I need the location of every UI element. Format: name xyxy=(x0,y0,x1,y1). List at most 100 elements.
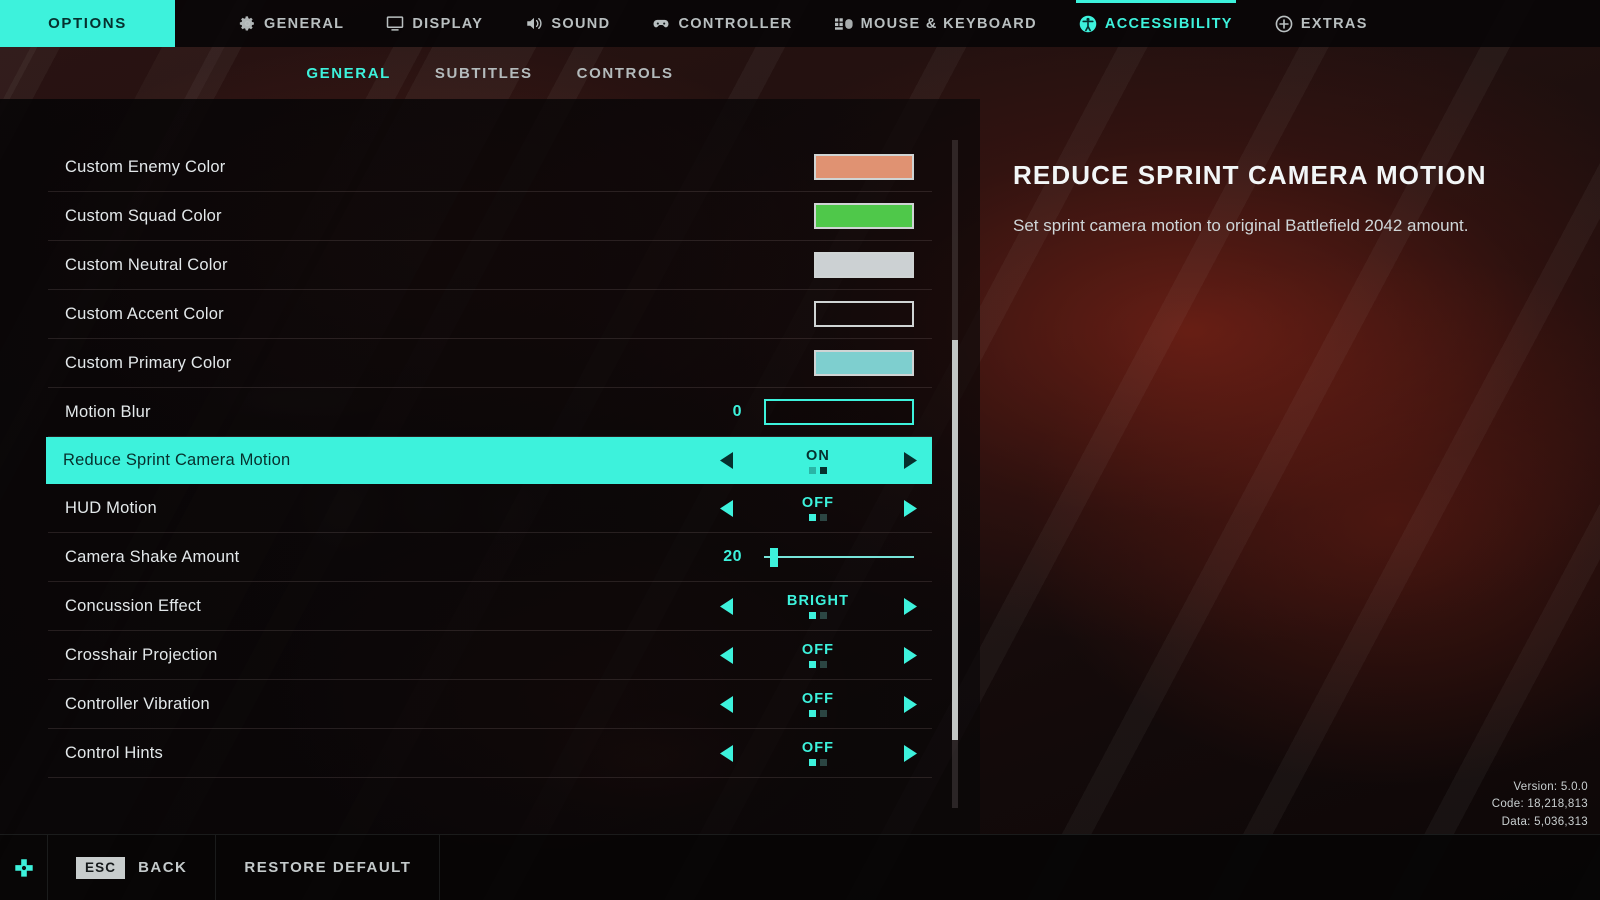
arrow-right-icon[interactable] xyxy=(893,451,927,470)
arrow-right-icon[interactable] xyxy=(893,695,927,714)
sub-tab-bar: GENERAL SUBTITLES CONTROLS xyxy=(0,47,980,99)
settings-row-control: OFF xyxy=(652,484,932,532)
settings-row[interactable]: Controller Vibration OFF xyxy=(48,680,932,729)
settings-row-control: ON xyxy=(652,437,932,484)
nav-item-label: SOUND xyxy=(551,15,611,32)
settings-row[interactable]: Custom Enemy Color xyxy=(48,143,932,192)
settings-row-control: OFF xyxy=(652,680,932,728)
arrow-right-icon[interactable] xyxy=(893,597,927,616)
sub-tab-general[interactable]: GENERAL xyxy=(306,65,391,82)
gamepad-icon xyxy=(652,15,670,33)
keyboard-icon xyxy=(834,15,853,33)
gear-icon xyxy=(238,15,256,33)
settings-row[interactable]: HUD Motion OFF xyxy=(48,484,932,533)
option-stepper: OFF xyxy=(709,495,927,521)
option-value: BRIGHT xyxy=(786,593,850,609)
nav-item-extras[interactable]: EXTRAS xyxy=(1254,0,1389,47)
settings-row[interactable]: Camera Shake Amount 20 xyxy=(48,533,932,582)
nav-item-sound[interactable]: SOUND xyxy=(504,0,631,47)
slider-track[interactable] xyxy=(764,399,914,425)
arrow-left-icon[interactable] xyxy=(709,695,743,714)
option-position-dots xyxy=(809,514,827,521)
settings-row-control: 20 xyxy=(652,533,932,581)
plus-circle-icon xyxy=(1275,15,1293,33)
option-dot xyxy=(809,466,816,474)
option-dot xyxy=(809,612,816,619)
option-stepper: OFF xyxy=(709,740,927,766)
option-dot xyxy=(820,759,827,766)
settings-rows: Custom Enemy Color Custom Squad Color Cust… xyxy=(46,143,932,778)
nav-item-controller[interactable]: CONTROLLER xyxy=(631,0,813,47)
option-dot xyxy=(820,514,827,521)
settings-row-control: OFF xyxy=(652,729,932,777)
option-dot xyxy=(809,710,816,717)
settings-row-label: Custom Primary Color xyxy=(65,353,232,372)
arrow-right-icon[interactable] xyxy=(893,646,927,665)
settings-row[interactable]: Custom Squad Color xyxy=(48,192,932,241)
settings-row-control: OFF xyxy=(652,631,932,679)
back-button[interactable]: ESC BACK xyxy=(48,835,217,900)
nav-item-display[interactable]: DISPLAY xyxy=(365,0,504,47)
option-position-dots xyxy=(809,661,827,668)
version-info: Version: 5.0.0 Code: 18,218,813 Data: 5,… xyxy=(1492,779,1588,832)
back-label: BACK xyxy=(138,859,188,876)
restore-default-label: RESTORE DEFAULT xyxy=(244,859,412,876)
option-stepper: ON xyxy=(709,448,927,474)
option-value-wrap: BRIGHT xyxy=(743,593,893,619)
data-line: Data: 5,036,313 xyxy=(1501,816,1588,829)
bottom-action-bar: ESC BACK RESTORE DEFAULT xyxy=(0,834,1600,900)
nav-item-label: ACCESSIBILITY xyxy=(1104,15,1233,32)
nav-item-general[interactable]: GENERAL xyxy=(217,0,365,47)
arrow-left-icon[interactable] xyxy=(709,597,743,616)
arrow-right-icon[interactable] xyxy=(893,744,927,763)
nav-item-label: MOUSE & KEYBOARD xyxy=(860,15,1037,32)
settings-row-label: Control Hints xyxy=(65,743,163,762)
settings-scrollbar[interactable] xyxy=(952,140,958,808)
color-swatch[interactable] xyxy=(814,301,914,327)
speaker-icon xyxy=(525,15,543,33)
settings-row-control xyxy=(652,290,932,338)
slider-value: 20 xyxy=(723,548,742,565)
settings-row[interactable]: Custom Primary Color xyxy=(48,339,932,388)
color-swatch[interactable] xyxy=(814,350,914,376)
color-swatch[interactable] xyxy=(814,252,914,278)
nav-item-mouse-keyboard[interactable]: MOUSE & KEYBOARD xyxy=(814,0,1058,47)
settings-row[interactable]: Control Hints OFF xyxy=(48,729,932,778)
settings-row[interactable]: Reduce Sprint Camera Motion ON xyxy=(46,437,932,484)
settings-row-label: Crosshair Projection xyxy=(65,645,218,664)
settings-row-label: Controller Vibration xyxy=(65,694,210,713)
option-value: ON xyxy=(806,447,830,464)
arrow-left-icon[interactable] xyxy=(709,499,743,518)
option-dot xyxy=(820,710,827,717)
arrow-left-icon[interactable] xyxy=(709,451,743,470)
accessibility-icon xyxy=(1079,15,1097,33)
scrollbar-thumb[interactable] xyxy=(952,340,958,740)
settings-row[interactable]: Motion Blur 0 xyxy=(48,388,932,437)
option-stepper: OFF xyxy=(709,691,927,717)
sub-tab-subtitles[interactable]: SUBTITLES xyxy=(435,65,533,82)
arrow-left-icon[interactable] xyxy=(709,744,743,763)
settings-row[interactable]: Crosshair Projection OFF xyxy=(48,631,932,680)
slider-knob[interactable] xyxy=(770,548,778,567)
settings-row-label: Camera Shake Amount xyxy=(65,547,240,566)
option-value-wrap: ON xyxy=(743,448,893,474)
options-title: OPTIONS xyxy=(0,0,175,47)
color-swatch[interactable] xyxy=(814,154,914,180)
nav-item-label: GENERAL xyxy=(264,15,345,32)
option-position-dots xyxy=(809,710,827,717)
settings-row[interactable]: Concussion Effect BRIGHT xyxy=(48,582,932,631)
arrow-left-icon[interactable] xyxy=(709,646,743,665)
slider-track[interactable] xyxy=(764,544,914,570)
settings-row-label: Custom Accent Color xyxy=(65,304,224,323)
nav-item-label: EXTRAS xyxy=(1300,15,1368,32)
settings-row-control: BRIGHT xyxy=(652,582,932,630)
color-swatch[interactable] xyxy=(814,203,914,229)
settings-row-label: Custom Squad Color xyxy=(65,206,222,225)
sub-tab-controls[interactable]: CONTROLS xyxy=(577,65,674,82)
option-value-wrap: OFF xyxy=(743,495,893,521)
nav-item-accessibility[interactable]: ACCESSIBILITY xyxy=(1058,0,1254,47)
settings-row[interactable]: Custom Accent Color xyxy=(48,290,932,339)
settings-row[interactable]: Custom Neutral Color xyxy=(48,241,932,290)
arrow-right-icon[interactable] xyxy=(893,499,927,518)
restore-default-button[interactable]: RESTORE DEFAULT xyxy=(216,835,441,900)
